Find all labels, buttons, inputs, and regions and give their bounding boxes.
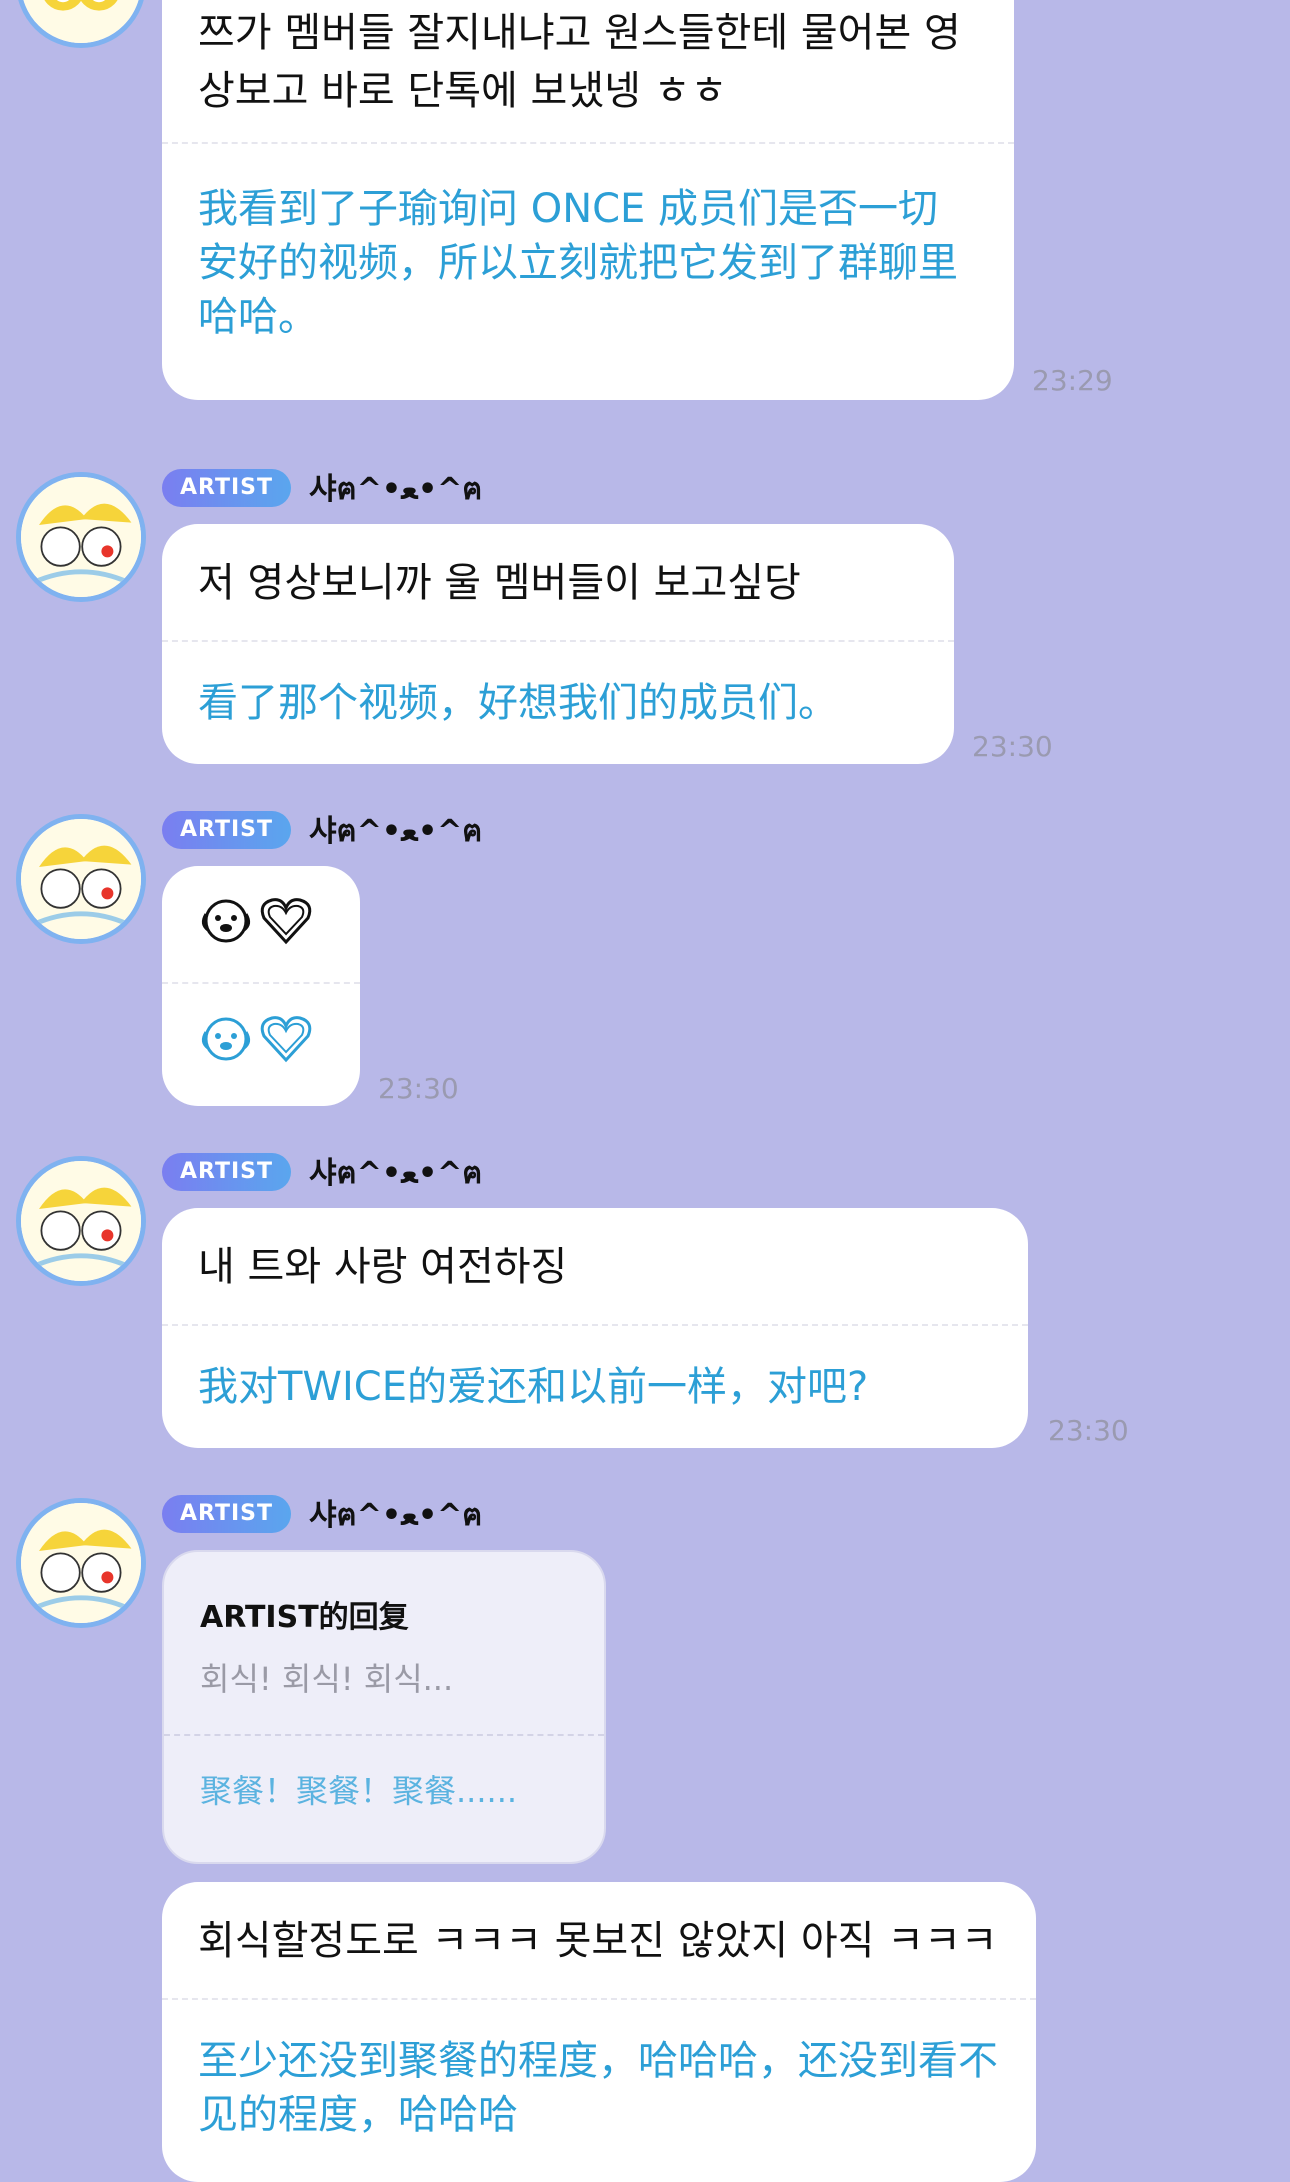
reply-original-text: 회식! 회식! 회식... <box>200 1660 454 1698</box>
timestamp: 23:30 <box>378 1072 459 1105</box>
divider <box>162 640 954 642</box>
sender-line: ARTIST 샤ฅ^•ﻌ•^ฅ <box>162 1152 482 1192</box>
message-original-emoji <box>198 896 324 946</box>
timestamp: 23:30 <box>1048 1414 1129 1447</box>
avatar[interactable] <box>16 1498 146 1628</box>
reply-quote-card[interactable]: ARTIST的回复 회식! 회식! 회식... 聚餐！聚餐！聚餐...... <box>162 1550 606 1864</box>
divider <box>162 142 1014 144</box>
message-translation-emoji <box>198 1014 324 1064</box>
sender-name[interactable]: 샤ฅ^•ﻌ•^ฅ <box>309 464 482 513</box>
message-translation-text: 我看到了子瑜询问 ONCE 成员们是否一切安好的视频，所以立刻就把它发到了群聊里… <box>198 186 958 340</box>
sender-name[interactable]: 샤ฅ^•ﻌ•^ฅ <box>309 1148 482 1197</box>
sender-name[interactable]: 샤ฅ^•ﻌ•^ฅ <box>309 806 482 855</box>
artist-badge: ARTIST <box>162 1495 292 1533</box>
sender-line: ARTIST 샤ฅ^•ﻌ•^ฅ <box>162 810 482 850</box>
sender-line: ARTIST 샤ฅ^•ﻌ•^ฅ <box>162 468 482 508</box>
divider <box>162 982 360 984</box>
timestamp: 23:30 <box>972 730 1053 763</box>
divider <box>164 1734 604 1736</box>
message-bubble[interactable]: 저 영상보니까 울 멤버들이 보고싶당 看了那个视频，好想我们的成员们。 <box>162 524 954 764</box>
reply-translation-text: 聚餐！聚餐！聚餐...... <box>200 1772 518 1810</box>
artist-badge: ARTIST <box>162 1153 292 1191</box>
avatar[interactable] <box>16 814 146 944</box>
message-bubble[interactable]: 쯔가 멤버들 잘지내냐고 원스들한테 물어본 영상보고 바로 단톡에 보냈넹 ㅎ… <box>162 0 1014 400</box>
sender-line: ARTIST 샤ฅ^•ﻌ•^ฅ <box>162 1494 482 1534</box>
message-bubble[interactable] <box>162 866 360 1106</box>
timestamp: 23:29 <box>1032 364 1113 397</box>
message-translation-text: 至少还没到聚餐的程度，哈哈哈，还没到看不见的程度，哈哈哈 <box>198 2038 998 2138</box>
artist-badge: ARTIST <box>162 811 292 849</box>
avatar[interactable] <box>16 472 146 602</box>
reply-title: ARTIST的回复 <box>200 1600 409 1635</box>
puppy-face-icon <box>201 1017 251 1061</box>
message-original-text: 회식할정도로 ㅋㅋㅋ 못보진 않았지 아직 ㅋㅋㅋ <box>198 1918 998 1964</box>
heart-outline-icon <box>260 898 312 945</box>
heart-outline-icon <box>260 1016 312 1063</box>
message-translation-text: 我对TWICE的爱还和以前一样，对吧? <box>198 1364 869 1410</box>
divider <box>162 1324 1028 1326</box>
avatar[interactable] <box>16 0 146 48</box>
sender-name[interactable]: 샤ฅ^•ﻌ•^ฅ <box>309 1490 482 1539</box>
message-original-text: 쯔가 멤버들 잘지내냐고 원스들한테 물어본 영상보고 바로 단톡에 보냈넹 ㅎ… <box>198 10 961 114</box>
divider <box>162 1998 1036 2000</box>
message-original-text: 내 트와 사랑 여전하징 <box>198 1244 568 1290</box>
puppy-face-icon <box>201 899 251 943</box>
artist-badge: ARTIST <box>162 469 292 507</box>
message-original-text: 저 영상보니까 울 멤버들이 보고싶당 <box>198 560 801 606</box>
avatar[interactable] <box>16 1156 146 1286</box>
message-bubble[interactable]: 회식할정도로 ㅋㅋㅋ 못보진 않았지 아직 ㅋㅋㅋ 至少还没到聚餐的程度，哈哈哈… <box>162 1882 1036 2182</box>
message-bubble[interactable]: 내 트와 사랑 여전하징 我对TWICE的爱还和以前一样，对吧? <box>162 1208 1028 1448</box>
message-translation-text: 看了那个视频，好想我们的成员们。 <box>198 680 838 726</box>
